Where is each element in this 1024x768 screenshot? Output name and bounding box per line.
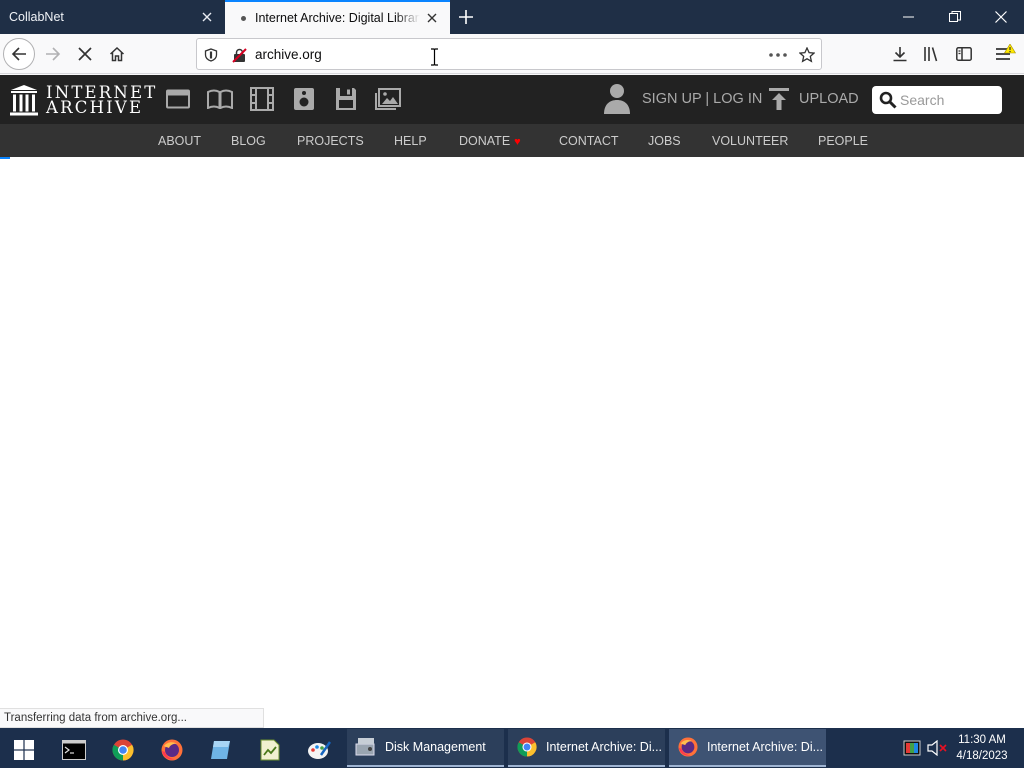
address-bar[interactable]: archive.org	[196, 38, 822, 70]
upload-link[interactable]: UPLOAD	[799, 91, 859, 107]
subnav-projects[interactable]: PROJECTS	[297, 134, 364, 148]
subnav-volunteer[interactable]: VOLUNTEER	[712, 134, 788, 148]
disk-management-icon	[355, 736, 377, 758]
tab-title: CollabNet	[9, 10, 64, 24]
subnav-about[interactable]: ABOUT	[158, 134, 201, 148]
archive-subnav: ABOUT BLOG PROJECTS HELP DONATE ♥ CONTACT…	[0, 124, 1024, 157]
loading-indicator-icon	[241, 15, 246, 21]
taskbar-chrome-internet-archive[interactable]: Internet Archive: Di...	[508, 729, 665, 767]
search-placeholder: Search	[900, 92, 945, 108]
subnav-donate[interactable]: DONATE ♥	[459, 134, 521, 148]
insecure-lock-icon[interactable]	[230, 46, 248, 64]
close-window-button[interactable]	[978, 0, 1024, 34]
restore-button[interactable]	[932, 0, 978, 34]
texts-icon[interactable]	[207, 87, 233, 111]
windows-taskbar: Disk Management Internet Archive: Di... …	[0, 728, 1024, 768]
software-icon[interactable]	[333, 87, 359, 111]
tab-title: Internet Archive: Digital Library	[255, 11, 420, 25]
archive-topnav: INTERNET ARCHIVE SIGN UP | LOG IN UPLOAD…	[0, 75, 1024, 124]
status-panel: Transferring data from archive.org...	[0, 708, 264, 728]
text-cursor-icon	[431, 48, 438, 66]
taskbar-disk-management[interactable]: Disk Management	[347, 729, 504, 767]
bookmark-star-icon[interactable]	[798, 46, 816, 64]
signup-login-link[interactable]: SIGN UP | LOG IN	[642, 91, 762, 107]
tracking-shield-icon[interactable]	[202, 46, 220, 64]
url-text: archive.org	[255, 47, 322, 62]
tab-strip: CollabNet Internet Archive: Digital Libr…	[0, 0, 1024, 34]
notes-app-icon[interactable]	[197, 732, 245, 768]
clock-date: 4/18/2023	[956, 750, 1008, 762]
menu-icon[interactable]	[989, 38, 1021, 70]
archive-search-input[interactable]: Search	[872, 86, 1002, 114]
audio-icon[interactable]	[291, 87, 317, 111]
downloads-icon[interactable]	[884, 38, 916, 70]
close-tab-icon[interactable]	[195, 5, 219, 29]
archive-logo[interactable]: INTERNET ARCHIVE	[10, 83, 158, 117]
volume-muted-icon[interactable]	[927, 728, 947, 768]
forward-button[interactable]	[37, 38, 69, 70]
logo-line-2: ARCHIVE	[46, 98, 144, 117]
tab-collabnet[interactable]: CollabNet	[0, 0, 225, 34]
taskbar-app-label: Internet Archive: Di...	[707, 740, 824, 754]
system-clock[interactable]: 11:30 AM 4/18/2023	[950, 732, 1014, 764]
stop-loading-button[interactable]	[69, 38, 101, 70]
heart-icon: ♥	[514, 136, 521, 148]
subnav-blog[interactable]: BLOG	[231, 134, 266, 148]
images-icon[interactable]	[375, 87, 401, 111]
chrome-icon	[516, 736, 538, 758]
upload-icon[interactable]	[768, 87, 790, 111]
clock-time: 11:30 AM	[958, 734, 1006, 746]
subnav-donate-label: DONATE	[459, 134, 511, 148]
subnav-people[interactable]: PEOPLE	[818, 134, 868, 148]
close-tab-icon[interactable]	[420, 6, 444, 30]
taskbar-firefox-internet-archive[interactable]: Internet Archive: Di...	[669, 729, 826, 767]
archive-logo-text: INTERNET ARCHIVE	[46, 84, 158, 117]
new-tab-button[interactable]	[452, 3, 480, 31]
spreadsheet-app-icon[interactable]	[246, 732, 294, 768]
minimize-button[interactable]	[886, 0, 932, 34]
sidebar-icon[interactable]	[948, 38, 980, 70]
firefox-icon[interactable]	[148, 732, 196, 768]
page-loading-bar	[0, 157, 10, 159]
page-content	[0, 157, 1024, 728]
screen: CollabNet Internet Archive: Digital Libr…	[0, 0, 1024, 768]
search-icon	[879, 91, 897, 109]
taskbar-app-label: Disk Management	[385, 740, 486, 754]
chrome-icon[interactable]	[99, 732, 147, 768]
video-icon[interactable]	[249, 87, 275, 111]
taskbar-app-label: Internet Archive: Di...	[546, 740, 663, 754]
back-button[interactable]	[3, 38, 35, 70]
home-button[interactable]	[101, 38, 133, 70]
web-icon[interactable]	[165, 87, 191, 111]
subnav-help[interactable]: HELP	[394, 134, 427, 148]
windows-start-icon[interactable]	[0, 732, 48, 768]
firefox-icon	[677, 736, 699, 758]
subnav-jobs[interactable]: JOBS	[648, 134, 681, 148]
navigation-toolbar: archive.org	[0, 34, 1024, 74]
paint-app-icon[interactable]	[295, 732, 343, 768]
terminal-icon[interactable]	[50, 732, 98, 768]
page-actions-icon[interactable]	[769, 46, 787, 64]
tab-internet-archive[interactable]: Internet Archive: Digital Library	[225, 0, 450, 34]
archive-temple-icon	[10, 85, 38, 116]
user-avatar-icon[interactable]	[602, 83, 632, 115]
library-icon[interactable]	[916, 38, 948, 70]
subnav-contact[interactable]: CONTACT	[559, 134, 619, 148]
color-profile-tray-icon[interactable]	[903, 728, 921, 768]
